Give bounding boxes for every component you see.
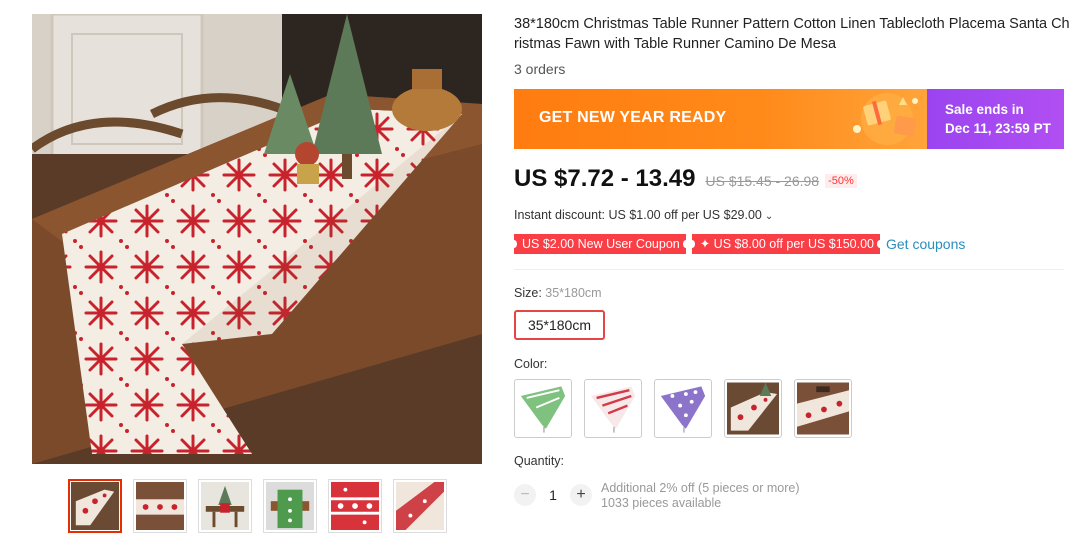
thumbnail-4[interactable]: [263, 479, 317, 533]
current-price: US $7.72 - 13.49: [514, 165, 696, 192]
sale-ends-date: Dec 11, 23:59 PT: [945, 121, 1051, 136]
color-option-green[interactable]: [514, 379, 572, 438]
size-label: Size: 35*180cm: [514, 286, 602, 300]
instant-discount-text: Instant discount: US $1.00 off per US $2…: [514, 208, 762, 222]
size-label-text: Size:: [514, 286, 542, 300]
color-option-red[interactable]: [584, 379, 642, 438]
get-coupons-link[interactable]: Get coupons: [886, 236, 965, 252]
thumbnail-strip: [68, 479, 447, 533]
new-user-coupon[interactable]: US $2.00 New User Coupon: [511, 234, 689, 254]
thumbnail-1[interactable]: [68, 479, 122, 533]
quantity-input[interactable]: 1: [536, 487, 570, 503]
quantity-stepper: − 1 +: [514, 484, 592, 506]
main-product-image[interactable]: [32, 14, 482, 464]
color-option-red-photo[interactable]: [724, 379, 782, 438]
chevron-down-icon: ⌄: [764, 211, 774, 222]
quantity-label: Quantity:: [514, 454, 565, 468]
size-option-35x180[interactable]: 35*180cm: [514, 310, 605, 340]
color-label: Color:: [514, 357, 548, 371]
promo-banner[interactable]: GET NEW YEAR READY Sale ends in Dec 11, …: [514, 89, 1064, 149]
sale-ends-label: Sale ends in: [945, 102, 1024, 117]
coupon-row: US $2.00 New User Coupon ✦ US $8.00 off …: [511, 234, 965, 254]
discount-badge: -50%: [825, 174, 857, 188]
color-option-purple[interactable]: [654, 379, 712, 438]
gift-icon: [853, 93, 918, 145]
quantity-decrease-button[interactable]: −: [514, 484, 536, 506]
sale-countdown: Sale ends in Dec 11, 23:59 PT: [927, 89, 1064, 149]
thumbnail-2[interactable]: [133, 479, 187, 533]
stock-available-text: 1033 pieces available: [601, 496, 722, 510]
thumbnail-3[interactable]: [198, 479, 252, 533]
quantity-increase-button[interactable]: +: [570, 484, 592, 506]
order-count: 3 orders: [514, 61, 566, 77]
store-coupon[interactable]: ✦ US $8.00 off per US $150.00: [688, 234, 884, 254]
product-photo: [32, 14, 482, 464]
product-title: 38*180cm Christmas Table Runner Pattern …: [514, 16, 1070, 52]
thumbnail-6[interactable]: [393, 479, 447, 533]
price-row: US $7.72 - 13.49 US $15.45 - 26.98 -50%: [514, 165, 857, 193]
size-selected-value: 35*180cm: [545, 286, 602, 300]
original-price: US $15.45 - 26.98: [705, 173, 820, 189]
quantity-info: Additional 2% off (5 pieces or more) 103…: [601, 481, 799, 511]
color-options: [514, 379, 852, 438]
bulk-discount-text: Additional 2% off (5 pieces or more): [601, 481, 800, 495]
color-option-red-photo-2[interactable]: [794, 379, 852, 438]
promo-banner-main: GET NEW YEAR READY: [514, 89, 927, 149]
thumbnail-5[interactable]: [328, 479, 382, 533]
promo-text: GET NEW YEAR READY: [539, 109, 727, 126]
instant-discount[interactable]: Instant discount: US $1.00 off per US $2…: [514, 208, 773, 222]
divider: [514, 269, 1064, 270]
